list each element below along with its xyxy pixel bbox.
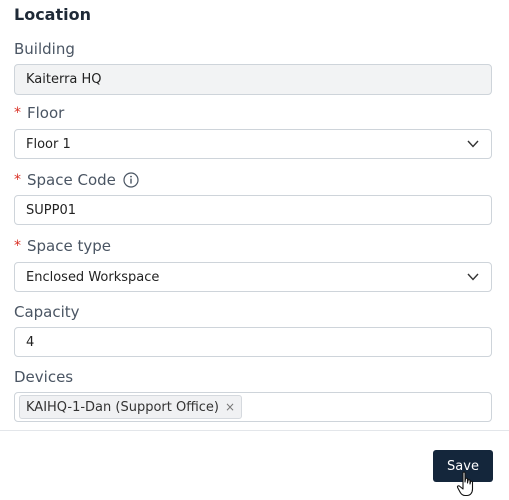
devices-multiselect[interactable]: KAIHQ-1-Dan (Support Office) ×: [14, 392, 492, 422]
chevron-down-icon[interactable]: [466, 270, 480, 284]
required-mark: *: [14, 172, 21, 188]
chevron-down-icon[interactable]: [466, 137, 480, 151]
floor-value: Floor 1: [26, 136, 71, 152]
capacity-label: Capacity: [14, 303, 80, 321]
remove-tag-icon[interactable]: ×: [225, 400, 235, 414]
required-mark: *: [14, 105, 21, 121]
info-icon[interactable]: [123, 172, 139, 188]
space-code-label: * Space Code: [14, 171, 139, 189]
building-value: Kaiterra HQ: [26, 72, 102, 87]
hand-pointer-icon: [456, 471, 474, 497]
device-tag: KAIHQ-1-Dan (Support Office) ×: [19, 395, 243, 419]
space-code-value: SUPP01: [26, 202, 76, 218]
section-title: Location: [14, 5, 91, 24]
location-form: Location Building Kaiterra HQ * Floor Fl…: [0, 0, 509, 430]
building-label: Building: [14, 40, 75, 58]
floor-select[interactable]: Floor 1: [14, 129, 492, 159]
device-tag-label: KAIHQ-1-Dan (Support Office): [26, 399, 220, 415]
capacity-input[interactable]: 4: [14, 327, 492, 357]
space-type-value: Enclosed Workspace: [26, 269, 160, 285]
building-field: Kaiterra HQ: [14, 64, 492, 95]
required-mark: *: [14, 238, 21, 254]
devices-label: Devices: [14, 368, 74, 386]
space-type-select[interactable]: Enclosed Workspace: [14, 262, 492, 292]
space-type-label: * Space type: [14, 237, 111, 255]
footer-divider: [0, 430, 509, 431]
space-code-input[interactable]: SUPP01: [14, 195, 492, 225]
floor-label: * Floor: [14, 104, 65, 122]
capacity-value: 4: [26, 334, 35, 350]
